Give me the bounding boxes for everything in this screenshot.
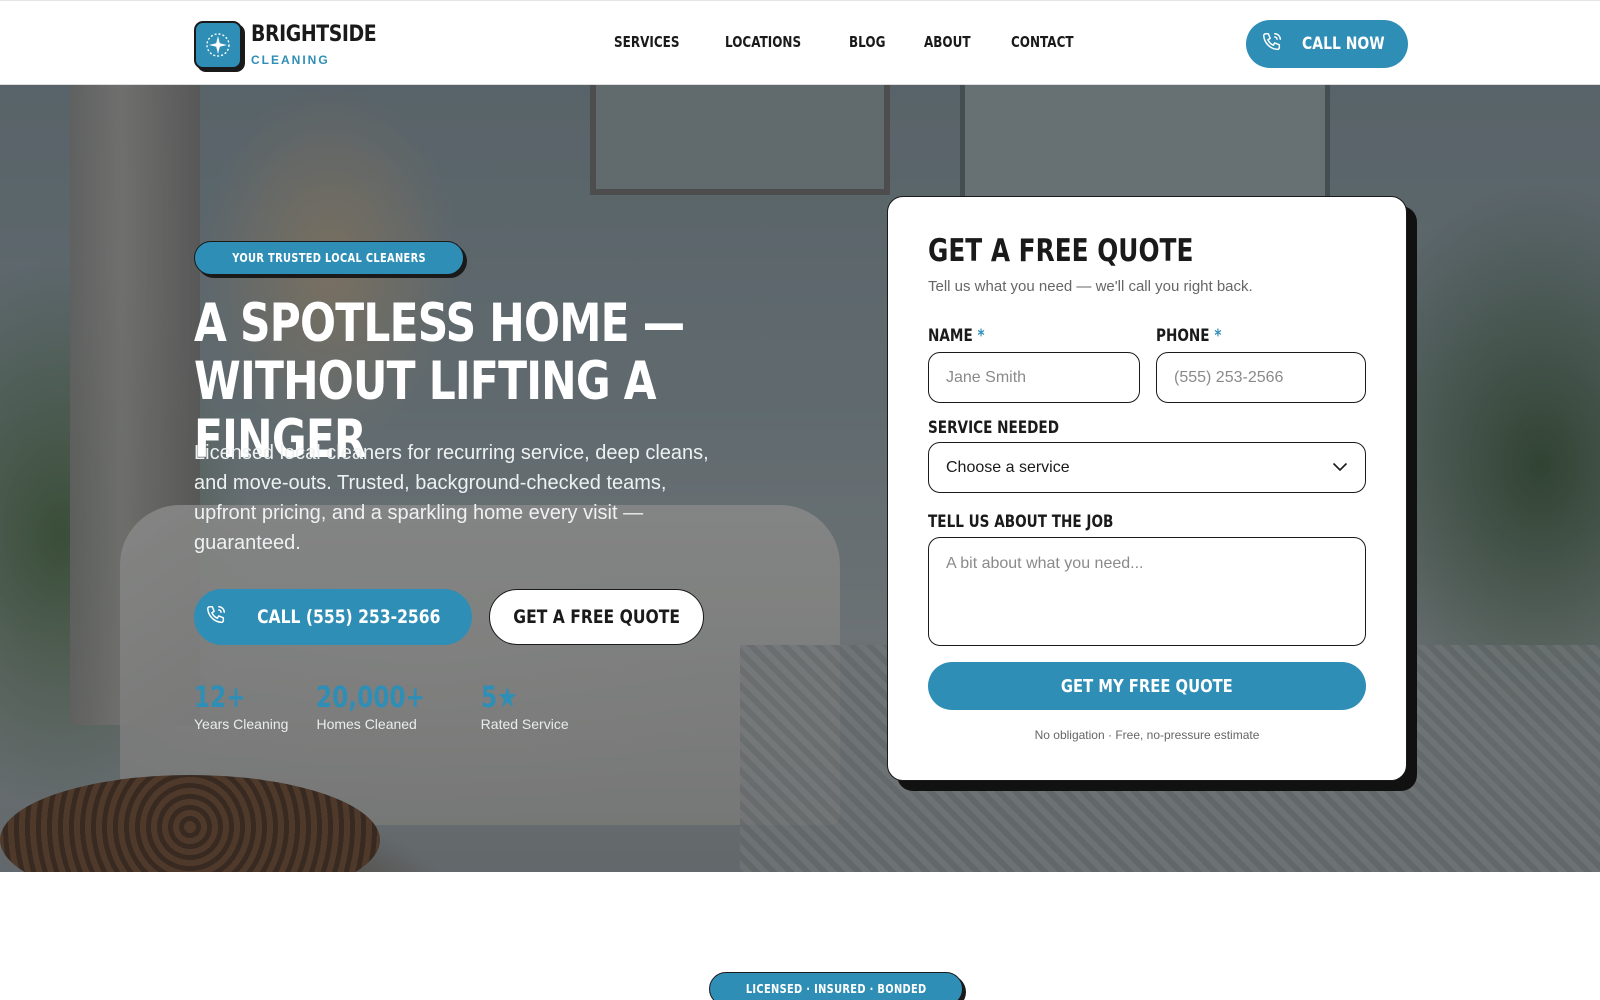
submit-quote-button[interactable]: GET MY FREE QUOTE [928,662,1366,710]
stat-item: 12+ Years Cleaning [194,680,288,732]
job-description-field[interactable] [928,537,1366,646]
service-select[interactable]: Choose a service [928,442,1366,493]
stat-item: 20,000+ Homes Cleaned [316,680,452,732]
required-mark: * [1214,326,1222,346]
site-header: BRIGHTSIDE CLEANING SERVICES LOCATIONS B… [0,0,1600,85]
quote-fine-print: No obligation · Free, no-pressure estima… [1034,728,1260,742]
headline-line-1: A SPOTLESS HOME — [194,293,685,354]
job-label: TELL US ABOUT THE JOB [928,512,1114,532]
hero-section: YOUR TRUSTED LOCAL CLEANERS A SPOTLESS H… [0,85,1600,872]
chevron-down-icon [1332,459,1348,477]
phone-icon [1261,31,1283,58]
main-nav: SERVICES LOCATIONS BLOG ABOUT CONTACT [614,33,1089,51]
call-now-label: CALL NOW [1301,34,1385,54]
credentials-badge-label: LICENSED · INSURED · BONDED [745,982,927,996]
free-quote-button[interactable]: GET A FREE QUOTE [489,589,704,645]
nav-about[interactable]: ABOUT [924,33,971,51]
call-phone-label: CALL (555) 253-2566 [257,606,441,628]
stat-label: Years Cleaning [194,716,289,732]
sparkle-icon [194,21,242,69]
hero-stats: 12+ Years Cleaning 20,000+ Homes Cleaned… [194,680,569,732]
name-field[interactable] [928,352,1140,403]
quote-form-subtitle: Tell us what you need — we'll call you r… [928,278,1253,295]
submit-quote-label: GET MY FREE QUOTE [1061,675,1233,697]
stat-label: Rated Service [480,716,569,732]
service-select-value: Choose a service [946,458,1070,476]
stat-value: 5★ [480,680,518,714]
service-label: SERVICE NEEDED [928,418,1059,438]
nav-contact[interactable]: CONTACT [1011,33,1074,51]
call-now-button[interactable]: CALL NOW [1246,20,1408,68]
credentials-badge: LICENSED · INSURED · BONDED [709,972,964,1000]
phone-label: PHONE * [1156,326,1221,346]
brand-name: BRIGHTSIDE [251,22,377,47]
trusted-badge: YOUR TRUSTED LOCAL CLEANERS [194,241,465,275]
brand-subtitle: CLEANING [251,53,330,67]
name-label: NAME * [928,326,985,346]
hero-description: Licensed local cleaners for recurring se… [194,442,709,554]
free-quote-label: GET A FREE QUOTE [513,606,680,628]
nav-services[interactable]: SERVICES [614,33,679,51]
quote-form-title: GET A FREE QUOTE [928,233,1194,269]
nav-blog[interactable]: BLOG [849,33,885,51]
phone-field[interactable] [1156,352,1366,403]
name-label-text: NAME [928,326,973,346]
stat-value: 20,000+ [316,680,426,714]
brand-logo[interactable]: BRIGHTSIDE CLEANING [194,21,397,69]
phone-label-text: PHONE [1156,326,1210,346]
required-mark: * [977,326,985,346]
phone-icon [205,604,227,631]
stat-value: 12+ [194,680,246,714]
nav-locations[interactable]: LOCATIONS [725,33,801,51]
quote-form-card: GET A FREE QUOTE Tell us what you need —… [887,196,1407,781]
stat-item: 5★ Rated Service [481,680,569,732]
stat-label: Homes Cleaned [316,716,417,732]
call-phone-button[interactable]: CALL (555) 253-2566 [194,589,472,645]
trusted-badge-label: YOUR TRUSTED LOCAL CLEANERS [232,251,426,265]
